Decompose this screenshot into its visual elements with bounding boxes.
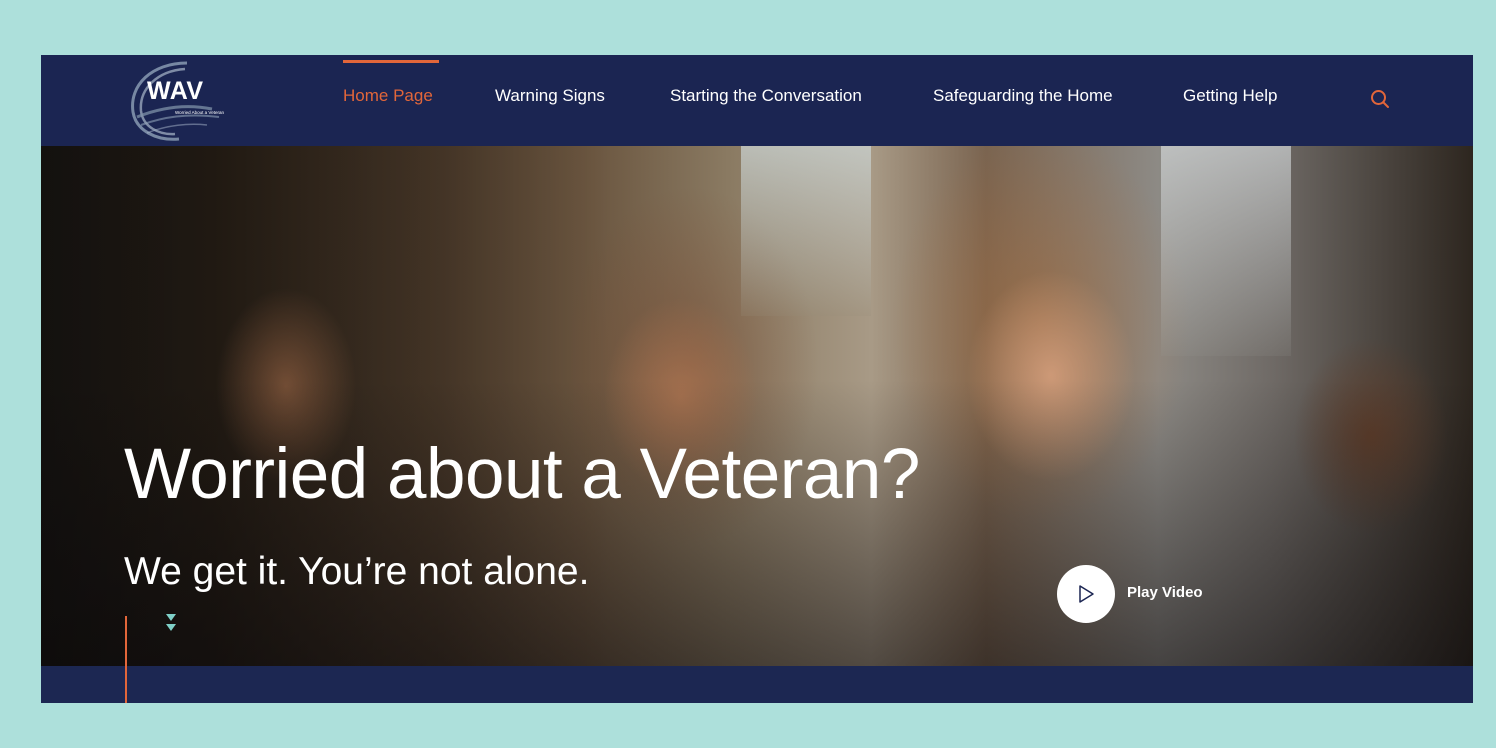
logo-wordmark: WAV [147, 77, 204, 105]
play-icon [1079, 585, 1094, 603]
nav-item-safeguarding-the-home[interactable]: Safeguarding the Home [933, 86, 1113, 106]
content-band [41, 666, 1473, 703]
nav-item-starting-the-conversation[interactable]: Starting the Conversation [670, 86, 862, 106]
search-icon[interactable] [1370, 89, 1390, 109]
site-frame: WAV Worried About a Veteran Home Page Wa… [41, 55, 1473, 703]
play-video-label[interactable]: Play Video [1127, 584, 1203, 601]
scroll-indicator-line [125, 616, 127, 703]
play-video-button[interactable] [1057, 565, 1115, 623]
hero-subtitle: We get it. You’re not alone. [124, 550, 590, 593]
hero-title: Worried about a Veteran? [124, 435, 920, 514]
logo-tagline: Worried About a Veteran [175, 110, 224, 115]
nav-item-home-page[interactable]: Home Page [343, 86, 433, 106]
double-chevron-down-icon[interactable] [164, 612, 178, 636]
nav-item-warning-signs[interactable]: Warning Signs [495, 86, 605, 106]
site-logo[interactable]: WAV Worried About a Veteran [127, 57, 247, 143]
hero-banner: Worried about a Veteran? We get it. You’… [41, 146, 1473, 666]
site-header: WAV Worried About a Veteran Home Page Wa… [41, 55, 1473, 146]
active-nav-indicator [343, 60, 439, 63]
nav-item-getting-help[interactable]: Getting Help [1183, 86, 1278, 106]
